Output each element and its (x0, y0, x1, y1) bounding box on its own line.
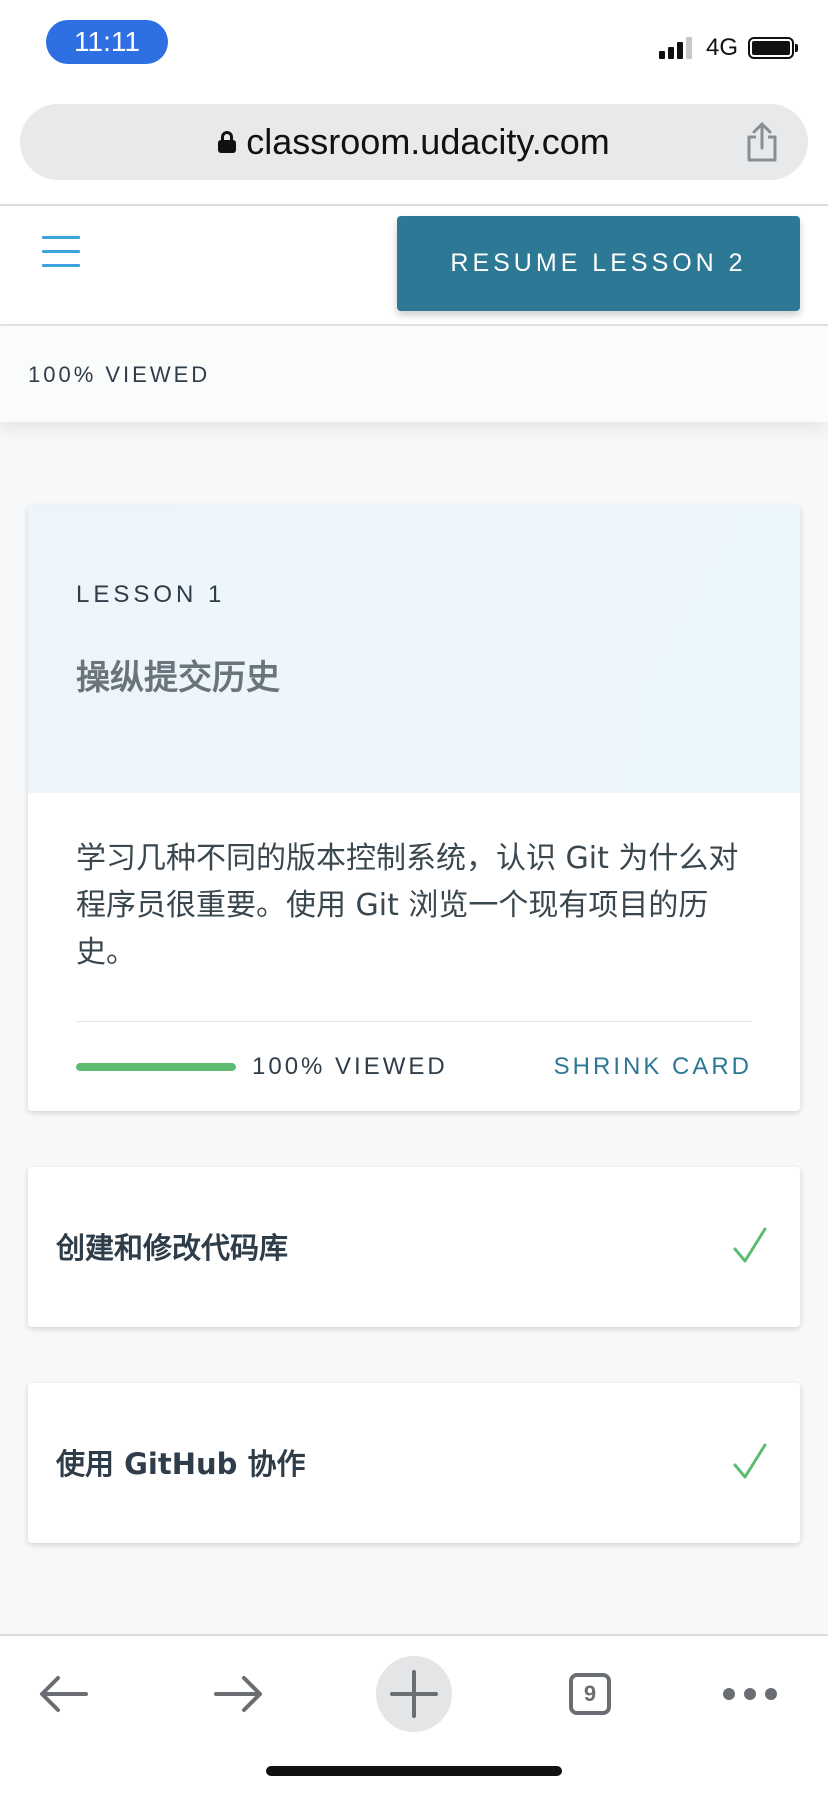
status-bar: 11:11 4G (0, 0, 828, 92)
status-time: 11:11 (46, 20, 168, 64)
battery-icon (748, 37, 798, 59)
network-type: 4G (705, 34, 738, 61)
lesson-item-title: 使用 GitHub 协作 (56, 1447, 306, 1481)
address-bar[interactable]: classroom.udacity.com (20, 104, 808, 180)
lesson-card-header: LESSON 1 操纵提交历史 (28, 505, 800, 793)
lesson-progress-label: 100% VIEWED (252, 1053, 448, 1080)
forward-arrow-icon[interactable] (200, 1656, 276, 1732)
hamburger-icon[interactable] (42, 236, 80, 268)
status-indicators: 4G (658, 34, 798, 62)
shrink-card-link[interactable]: SHRINK CARD (554, 1053, 752, 1081)
check-icon (732, 1225, 768, 1265)
app-header: RESUME LESSON 2 (0, 206, 828, 326)
tab-count: 9 (569, 1673, 611, 1715)
more-icon[interactable] (712, 1656, 788, 1732)
browser-address-area: classroom.udacity.com (0, 92, 828, 206)
url-text: classroom.udacity.com (246, 121, 610, 162)
home-indicator (266, 1766, 562, 1776)
signal-icon (658, 37, 692, 59)
lesson-item[interactable]: 使用 GitHub 协作 (28, 1383, 800, 1543)
lesson-progress-fill (76, 1063, 236, 1071)
lesson-item[interactable]: 创建和修改代码库 (28, 1167, 800, 1327)
course-progress-strip: 100% VIEWED (0, 326, 828, 422)
resume-lesson-button[interactable]: RESUME LESSON 2 (397, 216, 800, 311)
check-icon (732, 1441, 768, 1481)
lesson-title: 操纵提交历史 (76, 658, 280, 698)
lesson-item-title: 创建和修改代码库 (56, 1231, 289, 1265)
tabs-button[interactable]: 9 (552, 1656, 628, 1732)
course-progress-label: 100% VIEWED (28, 362, 211, 387)
lesson-card-expanded[interactable]: LESSON 1 操纵提交历史 学习几种不同的版本控制系统，认识 Git 为什么… (28, 505, 800, 1111)
lesson-number-label: LESSON 1 (76, 581, 226, 608)
share-icon[interactable] (744, 122, 780, 162)
lesson-description: 学习几种不同的版本控制系统，认识 Git 为什么对程序员很重要。使用 Git 浏… (76, 841, 739, 970)
lock-icon (218, 131, 237, 153)
lesson-progress-bar (76, 1063, 236, 1071)
divider (76, 1021, 752, 1022)
plus-icon[interactable] (376, 1656, 452, 1732)
back-arrow-icon[interactable] (26, 1656, 102, 1732)
